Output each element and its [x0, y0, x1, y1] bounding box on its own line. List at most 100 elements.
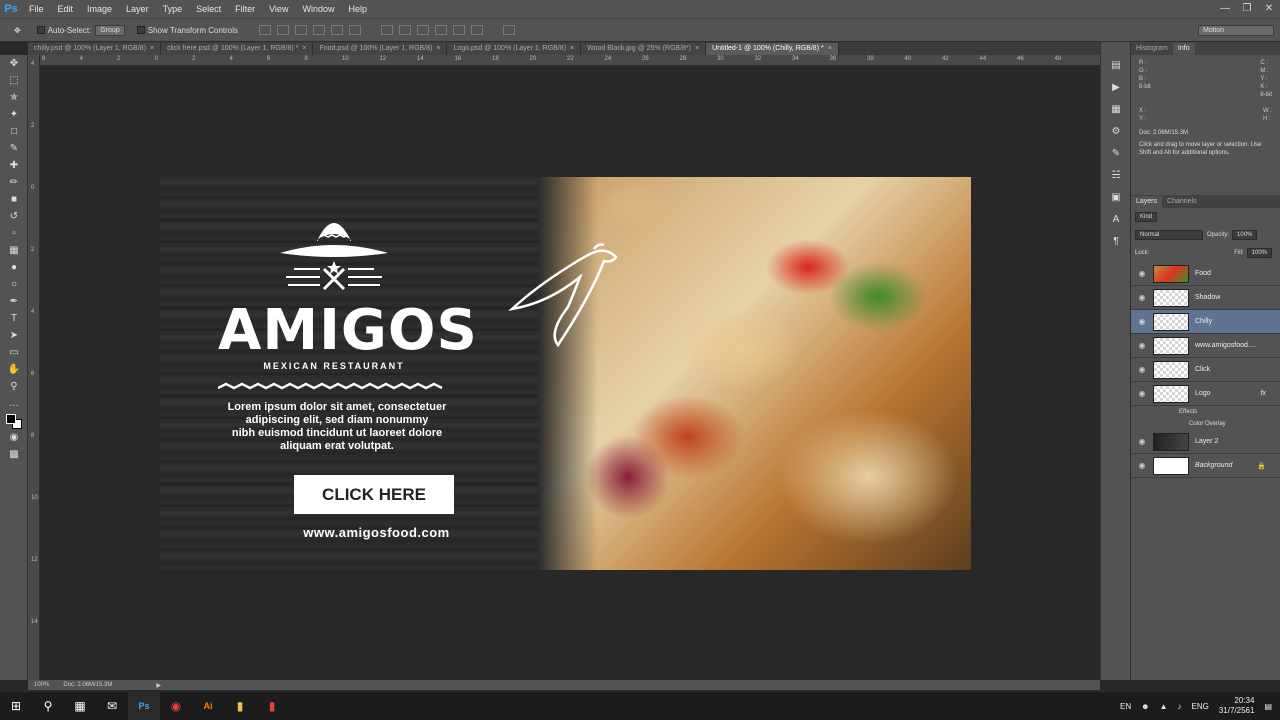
tab-histogram[interactable]: Histogram	[1131, 43, 1173, 55]
clone-source-icon[interactable]: ☵	[1101, 164, 1131, 186]
distribute-center-icon[interactable]	[453, 25, 466, 35]
document-canvas[interactable]: AMIGOS MEXICAN RESTAURANT Lorem ipsum do…	[40, 66, 1100, 680]
transform-controls-checkbox[interactable]	[136, 26, 145, 34]
status-arrow-icon[interactable]: ▶	[156, 682, 161, 689]
windows-start-icon[interactable]: ⊞	[0, 692, 32, 720]
photoshop-taskbar-icon[interactable]: Ps	[128, 692, 160, 720]
blur-tool-icon[interactable]: ●	[0, 259, 28, 276]
move-tool-icon[interactable]: ✥	[0, 55, 28, 72]
character-panel-icon[interactable]: A	[1101, 208, 1131, 230]
layer-row[interactable]: ◉ Layer 2	[1131, 430, 1280, 454]
close-tab-icon[interactable]: ×	[302, 45, 306, 52]
distribute-bottom-icon[interactable]	[417, 25, 430, 35]
acrobat-icon[interactable]: ▮	[256, 692, 288, 720]
layer-row[interactable]: ◉ Shadow	[1131, 286, 1280, 310]
kind-filter[interactable]: Kind	[1135, 212, 1158, 222]
distribute-middle-icon[interactable]	[399, 25, 412, 35]
visibility-eye-icon[interactable]: ◉	[1131, 389, 1153, 398]
hand-tool-icon[interactable]: ✋	[0, 361, 28, 378]
eyedropper-tool-icon[interactable]: ✎	[0, 140, 28, 157]
workspace-dropdown[interactable]: Motion	[1198, 24, 1274, 36]
visibility-eye-icon[interactable]: ◉	[1131, 365, 1153, 374]
align-middle-icon[interactable]	[277, 25, 290, 35]
lasso-tool-icon[interactable]: ✯	[0, 89, 28, 106]
properties-panel-icon[interactable]: ⚙	[1101, 120, 1131, 142]
dodge-tool-icon[interactable]: ○	[0, 276, 28, 293]
layer-row[interactable]: ◉ www.amigosfood....	[1131, 334, 1280, 358]
close-tab-icon[interactable]: ×	[695, 45, 699, 52]
keyboard-lang[interactable]: ENG	[1192, 702, 1209, 711]
quick-select-tool-icon[interactable]: ✦	[0, 106, 28, 123]
healing-tool-icon[interactable]: ✚	[0, 157, 28, 174]
shape-tool-icon[interactable]: ▭	[0, 344, 28, 361]
people-icon[interactable]: ☻	[1141, 702, 1149, 711]
search-icon[interactable]: ⚲	[32, 692, 64, 720]
banner-artwork[interactable]: AMIGOS MEXICAN RESTAURANT Lorem ipsum do…	[160, 177, 971, 570]
layer-row[interactable]: ◉ Click	[1131, 358, 1280, 382]
effects-label[interactable]: Effects	[1131, 406, 1280, 418]
styles-panel-icon[interactable]: ▣	[1101, 186, 1131, 208]
doc-info[interactable]: Doc: 2.06M/15.3M	[63, 682, 112, 688]
align-left-icon[interactable]	[313, 25, 326, 35]
close-icon[interactable]: ✕	[1258, 0, 1280, 18]
auto-select-checkbox[interactable]	[36, 26, 45, 34]
tab-chilly[interactable]: chilly.psd @ 100% (Layer 1, RGB/8) ×	[28, 43, 162, 55]
chilly-icon[interactable]	[508, 237, 628, 357]
tab-channels[interactable]: Channels	[1162, 196, 1202, 208]
visibility-eye-icon[interactable]: ◉	[1131, 269, 1153, 278]
menu-help[interactable]: Help	[341, 0, 374, 18]
adjustments-panel-icon[interactable]: ▦	[1101, 98, 1131, 120]
tab-info[interactable]: Info	[1172, 43, 1195, 55]
align-bottom-icon[interactable]	[295, 25, 308, 35]
visibility-eye-icon[interactable]: ◉	[1131, 461, 1153, 470]
illustrator-icon[interactable]: Ai	[192, 692, 224, 720]
tab-untitled-1[interactable]: Untitled-1 @ 100% (Chilly, RGB/8) * ×	[706, 43, 839, 55]
fx-badge[interactable]: fx	[1261, 390, 1266, 397]
pen-tool-icon[interactable]: ✒	[0, 293, 28, 310]
brush-panel-icon[interactable]: ✎	[1101, 142, 1131, 164]
layer-row[interactable]: ◉ Chilly	[1131, 310, 1280, 334]
fill-field[interactable]: 100%	[1246, 248, 1272, 258]
close-tab-icon[interactable]: ×	[570, 45, 574, 52]
move-tool-icon[interactable]: ✥	[14, 26, 21, 35]
visibility-eye-icon[interactable]: ◉	[1131, 317, 1153, 326]
distribute-top-icon[interactable]	[381, 25, 394, 35]
distribute-right-icon[interactable]	[471, 25, 484, 35]
volume-icon[interactable]: ♪	[1178, 702, 1182, 711]
distribute-left-icon[interactable]	[435, 25, 448, 35]
auto-align-icon[interactable]	[503, 25, 516, 35]
minimize-icon[interactable]: —	[1214, 0, 1236, 18]
menu-view[interactable]: View	[262, 0, 295, 18]
brush-tool-icon[interactable]: ✏	[0, 174, 28, 191]
network-icon[interactable]: ▲	[1160, 702, 1168, 711]
close-tab-icon[interactable]: ×	[436, 45, 440, 52]
visibility-eye-icon[interactable]: ◉	[1131, 293, 1153, 302]
menu-edit[interactable]: Edit	[51, 0, 81, 18]
actions-panel-icon[interactable]: ▶	[1101, 76, 1131, 98]
visibility-eye-icon[interactable]: ◉	[1131, 341, 1153, 350]
path-select-tool-icon[interactable]: ➤	[0, 327, 28, 344]
align-right-icon[interactable]	[349, 25, 362, 35]
screen-mode-icon[interactable]: ▩	[0, 446, 28, 463]
close-tab-icon[interactable]: ×	[828, 45, 832, 52]
menu-filter[interactable]: Filter	[228, 0, 262, 18]
gradient-tool-icon[interactable]: ▦	[0, 242, 28, 259]
input-language[interactable]: EN	[1120, 702, 1131, 711]
menu-file[interactable]: File	[22, 0, 51, 18]
eraser-tool-icon[interactable]: ▫	[0, 225, 28, 242]
layer-row[interactable]: ◉ Food	[1131, 262, 1280, 286]
task-view-icon[interactable]: ▦	[64, 692, 96, 720]
opacity-field[interactable]: 100%	[1232, 230, 1258, 240]
tab-food[interactable]: Food.psd @ 100% (Layer 1, RGB/8) ×	[313, 43, 448, 55]
layer-row[interactable]: ◉ Background 🔒	[1131, 454, 1280, 478]
crop-tool-icon[interactable]: □	[0, 123, 28, 140]
paragraph-panel-icon[interactable]: ¶	[1101, 230, 1131, 252]
quick-mask-icon[interactable]: ◉	[0, 429, 28, 446]
restore-icon[interactable]: ❐	[1236, 0, 1258, 18]
file-explorer-icon[interactable]: ▮	[224, 692, 256, 720]
history-brush-icon[interactable]: ↺	[0, 208, 28, 225]
menu-type[interactable]: Type	[156, 0, 190, 18]
mail-app-icon[interactable]: ✉	[96, 692, 128, 720]
align-center-icon[interactable]	[331, 25, 344, 35]
clock[interactable]: 20:34 31/7/2561	[1219, 696, 1255, 716]
